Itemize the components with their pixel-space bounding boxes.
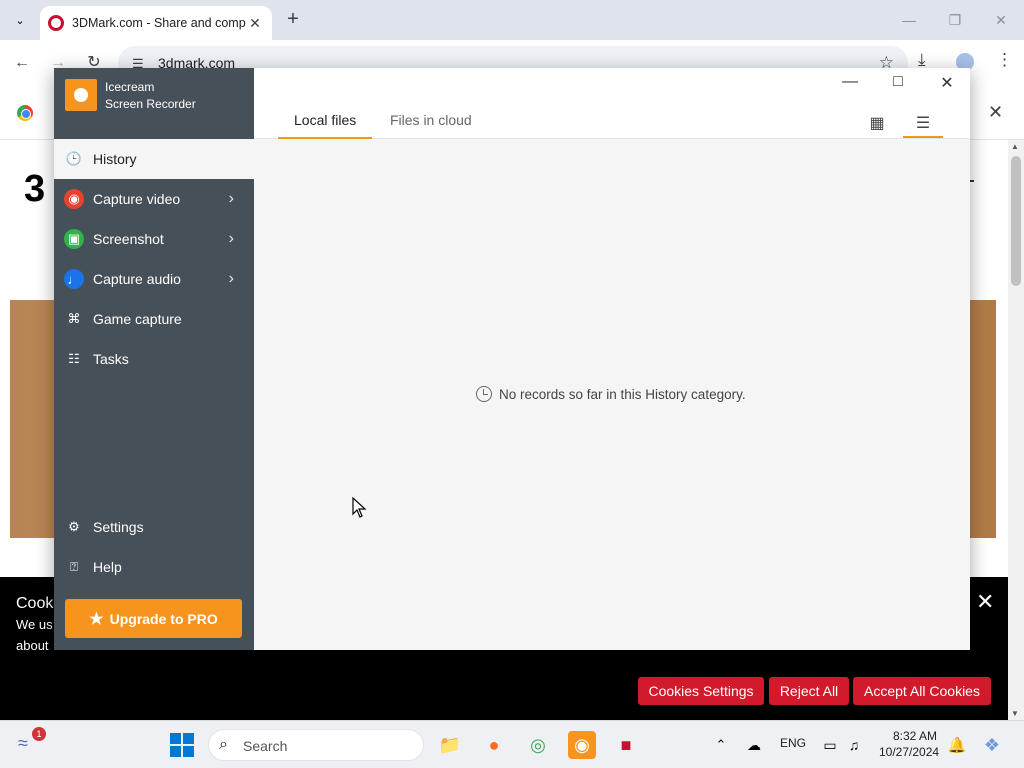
app-brand: Icecream Screen Recorder (54, 68, 254, 139)
windows-start-icon[interactable] (170, 733, 194, 757)
site-favicon-icon (48, 15, 64, 31)
cookie-text: about (16, 638, 49, 653)
tab-search-button[interactable]: ⌄ (6, 8, 34, 32)
sidebar-item-history[interactable]: 🕒 History (54, 139, 254, 179)
scroll-thumb[interactable] (1011, 156, 1021, 286)
page-scrollbar[interactable]: ▲ ▼ (1008, 140, 1024, 720)
microphone-icon: ♩ (64, 269, 84, 289)
record-icon: ◉ (64, 189, 84, 209)
notification-badge: 1 (32, 727, 46, 741)
browser-tab-title: 3DMark.com - Share and comp (72, 16, 246, 30)
site-logo[interactable]: 3 (24, 168, 45, 211)
sidebar-item-label: Help (93, 559, 122, 575)
sidebar-item-game-capture[interactable]: ⌘ Game capture (54, 299, 254, 339)
onedrive-icon[interactable]: ☁ (740, 731, 768, 759)
sidebar-item-label: Screenshot (93, 231, 164, 247)
language-indicator[interactable]: ENG (780, 736, 806, 750)
search-placeholder: Search (243, 738, 288, 754)
icecream-recorder-taskbar-icon[interactable]: ◉ (568, 731, 596, 759)
cookies-settings-button[interactable]: Cookies Settings (638, 677, 764, 705)
taskbar-search[interactable]: ⌕ Search (208, 729, 424, 761)
scroll-up-icon[interactable]: ▲ (1011, 142, 1019, 151)
sidebar-item-label: Tasks (93, 351, 129, 367)
file-explorer-icon[interactable]: 📁 (436, 731, 464, 759)
minimize-app-button[interactable]: — (838, 73, 862, 93)
accept-all-cookies-button[interactable]: Accept All Cookies (853, 677, 991, 705)
empty-state: No records so far in this History catego… (476, 386, 746, 402)
chevron-right-icon: › (228, 230, 234, 247)
tab-files-in-cloud[interactable]: Files in cloud (390, 112, 472, 139)
close-infobar-icon[interactable]: ✕ (988, 102, 1003, 123)
taskbar-date[interactable]: 10/27/2024 (879, 745, 939, 759)
sidebar-item-label: Game capture (93, 311, 182, 327)
history-content-area: No records so far in this History catego… (254, 139, 970, 650)
taskbar-time[interactable]: 8:32 AM (893, 729, 937, 743)
notification-bell-icon[interactable]: 🔔 (943, 731, 971, 759)
empty-state-message: No records so far in this History catego… (499, 386, 746, 402)
sidebar-item-settings[interactable]: ⚙ Settings (54, 507, 254, 547)
list-view-button[interactable]: ☰ (903, 108, 943, 138)
sidebar-item-label: Capture audio (93, 271, 181, 287)
minimize-browser-button[interactable]: — (898, 10, 920, 32)
brand-name: Icecream (105, 80, 155, 94)
chrome-icon[interactable]: ◎ (524, 731, 552, 759)
grid-view-button[interactable]: ▦ (857, 108, 897, 138)
search-icon: ⌕ (219, 736, 228, 753)
clock-icon: 🕒 (65, 151, 83, 166)
reject-all-button[interactable]: Reject All (769, 677, 849, 705)
close-cookie-banner-icon[interactable]: ✕ (976, 589, 994, 615)
close-browser-button[interactable]: ✕ (990, 10, 1012, 32)
copilot-icon[interactable]: ❖ (978, 731, 1006, 759)
chevron-right-icon: › (228, 190, 234, 207)
sidebar-item-help[interactable]: ⍰ Help (54, 547, 254, 587)
3dmark-app-icon[interactable]: ■ (612, 731, 640, 759)
firefox-icon[interactable]: ● (480, 731, 508, 759)
icecream-recorder-window: Icecream Screen Recorder 🕒 History ◉ Cap… (54, 68, 970, 650)
star-icon: ★ (89, 610, 104, 628)
grid-icon: ▦ (869, 115, 885, 132)
gear-icon: ⚙ (68, 519, 80, 534)
chevron-up-icon[interactable]: ⌃ (707, 731, 735, 759)
sidebar-item-capture-video[interactable]: ◉ Capture video › (54, 179, 254, 219)
close-tab-icon[interactable]: ✕ (246, 15, 264, 32)
chevron-down-icon: ⌄ (15, 14, 25, 27)
camera-icon: ▣ (64, 229, 84, 249)
chevron-right-icon: › (228, 270, 234, 287)
sidebar-item-label: Settings (93, 519, 144, 535)
new-tab-button[interactable]: + (282, 9, 304, 31)
clock-icon (476, 386, 492, 402)
sidebar-item-capture-audio[interactable]: ♩ Capture audio › (54, 259, 254, 299)
cookie-title: Cook (16, 595, 54, 612)
download-icon[interactable]: ⤓ (918, 50, 926, 70)
upgrade-to-pro-button[interactable]: ★ Upgrade to PRO (65, 599, 242, 638)
browser-tab-active[interactable]: 3DMark.com - Share and comp ✕ (40, 6, 272, 40)
chrome-logo-icon (17, 105, 33, 121)
tab-local-files[interactable]: Local files (277, 112, 373, 139)
help-icon: ⍰ (70, 559, 78, 574)
app-header: Local files Files in cloud ▦ ☰ — □ ✕ (254, 68, 970, 139)
gamepad-icon: ⌘ (67, 311, 81, 326)
app-sidebar: Icecream Screen Recorder 🕒 History ◉ Cap… (54, 68, 254, 650)
windows-taskbar: ≈ 1 ⌕ Search 📁 ● ◎ ◉ ■ ⌃ ☁ ENG ▭ ♫ 8:32 … (0, 720, 1024, 768)
sidebar-item-screenshot[interactable]: ▣ Screenshot › (54, 219, 254, 259)
restore-browser-button[interactable]: ❐ (944, 10, 966, 32)
cookie-text: We us (16, 617, 53, 632)
close-app-button[interactable]: ✕ (935, 73, 959, 93)
browser-tabbar: ⌄ 3DMark.com - Share and comp ✕ + — ❐ ✕ (0, 0, 1024, 40)
brand-name: Screen Recorder (105, 97, 196, 111)
widgets-icon[interactable]: ≈ (18, 733, 28, 754)
browser-menu-icon[interactable]: ⋮ (996, 50, 1013, 70)
tasks-icon: ☷ (68, 351, 80, 366)
sidebar-item-tasks[interactable]: ☷ Tasks (54, 339, 254, 379)
volume-icon[interactable]: ♫ (840, 731, 868, 759)
upgrade-label: Upgrade to PRO (109, 610, 218, 627)
scroll-down-icon[interactable]: ▼ (1011, 709, 1019, 718)
list-icon: ☰ (915, 115, 931, 132)
icecream-logo-icon (65, 79, 97, 111)
sidebar-item-label: History (93, 151, 137, 167)
maximize-app-button[interactable]: □ (886, 73, 910, 93)
sidebar-item-label: Capture video (93, 191, 181, 207)
back-button[interactable]: ← (11, 52, 33, 74)
